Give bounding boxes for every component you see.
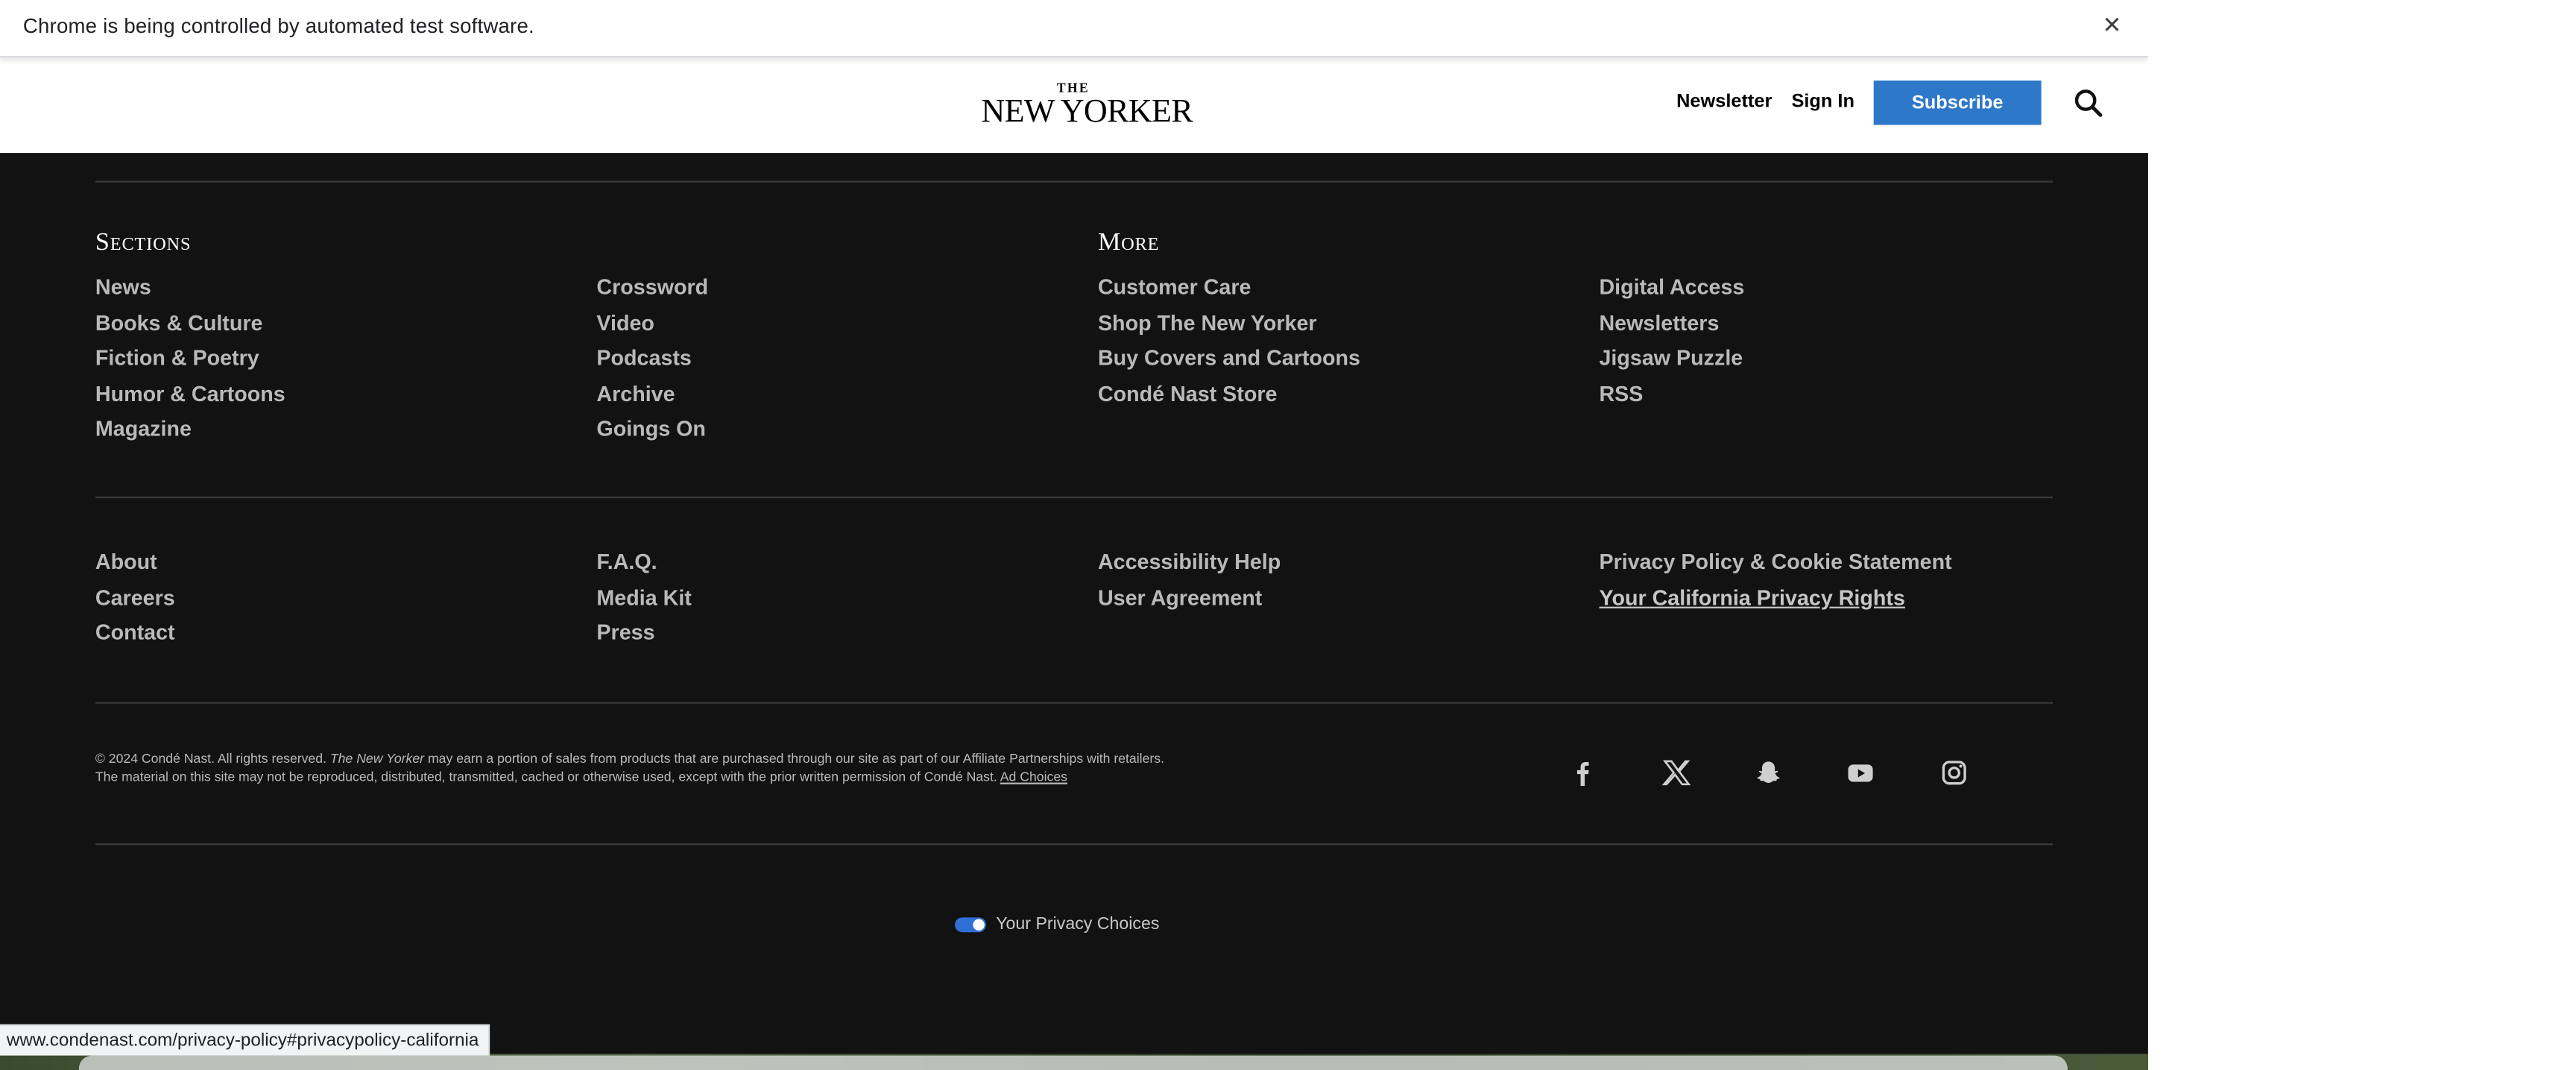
footer-link-fiction-poetry[interactable]: Fiction & Poetry — [95, 341, 285, 377]
footer-link-contact[interactable]: Contact — [95, 615, 175, 651]
corporate-column-1: About Careers Contact — [95, 544, 175, 651]
footer-link-news[interactable]: News — [95, 270, 285, 306]
search-icon[interactable] — [2073, 87, 2106, 120]
infobar-message: Chrome is being controlled by automated … — [22, 14, 534, 38]
footer-link-video[interactable]: Video — [596, 305, 708, 341]
privacy-choices-link[interactable]: Your Privacy Choices — [955, 914, 1159, 934]
footer-link-privacy-policy[interactable]: Privacy Policy & Cookie Statement — [1599, 544, 1951, 580]
more-column-1: Customer Care Shop The New Yorker Buy Co… — [1098, 270, 1360, 412]
footer-link-archive[interactable]: Archive — [596, 376, 708, 412]
legal-text-2: may earn a portion of sales from product… — [424, 751, 1165, 767]
sections-column-1: News Books & Culture Fiction & Poetry Hu… — [95, 270, 285, 447]
corporate-column-3: Accessibility Help User Agreement — [1098, 544, 1281, 615]
divider — [95, 843, 2053, 846]
footer-link-podcasts[interactable]: Podcasts — [596, 341, 708, 377]
footer-link-goings-on[interactable]: Goings On — [596, 412, 708, 447]
more-heading: More — [1097, 228, 1160, 257]
youtube-icon[interactable] — [1846, 758, 1875, 788]
footer-link-buy-covers[interactable]: Buy Covers and Cartoons — [1098, 341, 1360, 377]
footer-link-newsletters[interactable]: Newsletters — [1599, 305, 1744, 341]
ad-choices-link[interactable]: Ad Choices — [1000, 770, 1067, 784]
logo-name: NEW YORKER — [981, 93, 1193, 130]
legal-text-1: © 2024 Condé Nast. All rights reserved. — [95, 751, 330, 767]
privacy-toggle-icon — [955, 916, 986, 932]
newsletter-link[interactable]: Newsletter — [1676, 92, 1772, 111]
site-footer: Sections More News Books & Culture Ficti… — [0, 153, 2148, 1070]
divider — [95, 180, 2053, 183]
footer-link-media-kit[interactable]: Media Kit — [596, 579, 691, 615]
snapchat-icon[interactable] — [1754, 758, 1784, 788]
subscribe-button[interactable]: Subscribe — [1873, 81, 2042, 125]
privacy-choices-label: Your Privacy Choices — [996, 913, 1160, 934]
footer-link-customer-care[interactable]: Customer Care — [1098, 270, 1360, 306]
legal-publication: The New Yorker — [329, 751, 425, 767]
footer-link-rss[interactable]: RSS — [1599, 376, 1744, 412]
taskbar — [78, 1055, 2068, 1070]
footer-link-jigsaw-puzzle[interactable]: Jigsaw Puzzle — [1599, 341, 1744, 377]
footer-link-about[interactable]: About — [95, 544, 175, 580]
x-icon[interactable] — [1661, 758, 1691, 788]
status-url-bubble: www.condenast.com/privacy-policy#privacy… — [0, 1024, 490, 1056]
automation-infobar: Chrome is being controlled by automated … — [0, 0, 2148, 58]
browser-viewport: Chrome is being controlled by automated … — [0, 0, 2148, 1070]
footer-link-careers[interactable]: Careers — [95, 579, 175, 615]
site-header: THE NEW YORKER Newsletter Sign In Subscr… — [0, 59, 2148, 154]
footer-link-magazine[interactable]: Magazine — [95, 412, 285, 447]
sections-column-2: Crossword Video Podcasts Archive Goings … — [596, 270, 708, 447]
close-icon[interactable]: ✕ — [2099, 11, 2125, 37]
corporate-column-2: F.A.Q. Media Kit Press — [596, 544, 691, 651]
sections-heading: Sections — [95, 228, 192, 257]
legal-notice: © 2024 Condé Nast. All rights reserved. … — [95, 749, 1410, 786]
footer-link-crossword[interactable]: Crossword — [596, 270, 708, 306]
footer-link-shop[interactable]: Shop The New Yorker — [1098, 305, 1360, 341]
sign-in-link[interactable]: Sign In — [1791, 92, 1854, 111]
footer-link-press[interactable]: Press — [596, 615, 691, 651]
corporate-column-4: Privacy Policy & Cookie Statement Your C… — [1599, 544, 1951, 615]
divider — [95, 702, 2053, 704]
footer-link-conde-nast-store[interactable]: Condé Nast Store — [1098, 376, 1360, 412]
footer-link-user-agreement[interactable]: User Agreement — [1098, 579, 1281, 615]
new-yorker-logo[interactable]: THE NEW YORKER — [981, 81, 1193, 131]
instagram-icon[interactable] — [1939, 758, 1969, 788]
footer-link-books-culture[interactable]: Books & Culture — [95, 305, 285, 341]
footer-link-digital-access[interactable]: Digital Access — [1599, 270, 1744, 306]
legal-text-3: The material on this site may not be rep… — [95, 769, 1000, 784]
more-column-2: Digital Access Newsletters Jigsaw Puzzle… — [1599, 270, 1744, 412]
divider — [95, 496, 2053, 499]
facebook-icon[interactable] — [1568, 758, 1598, 788]
footer-link-accessibility-help[interactable]: Accessibility Help — [1098, 544, 1281, 580]
footer-link-california-privacy-rights[interactable]: Your California Privacy Rights — [1599, 579, 1951, 615]
footer-link-faq[interactable]: F.A.Q. — [596, 544, 691, 580]
footer-link-humor-cartoons[interactable]: Humor & Cartoons — [95, 376, 285, 412]
